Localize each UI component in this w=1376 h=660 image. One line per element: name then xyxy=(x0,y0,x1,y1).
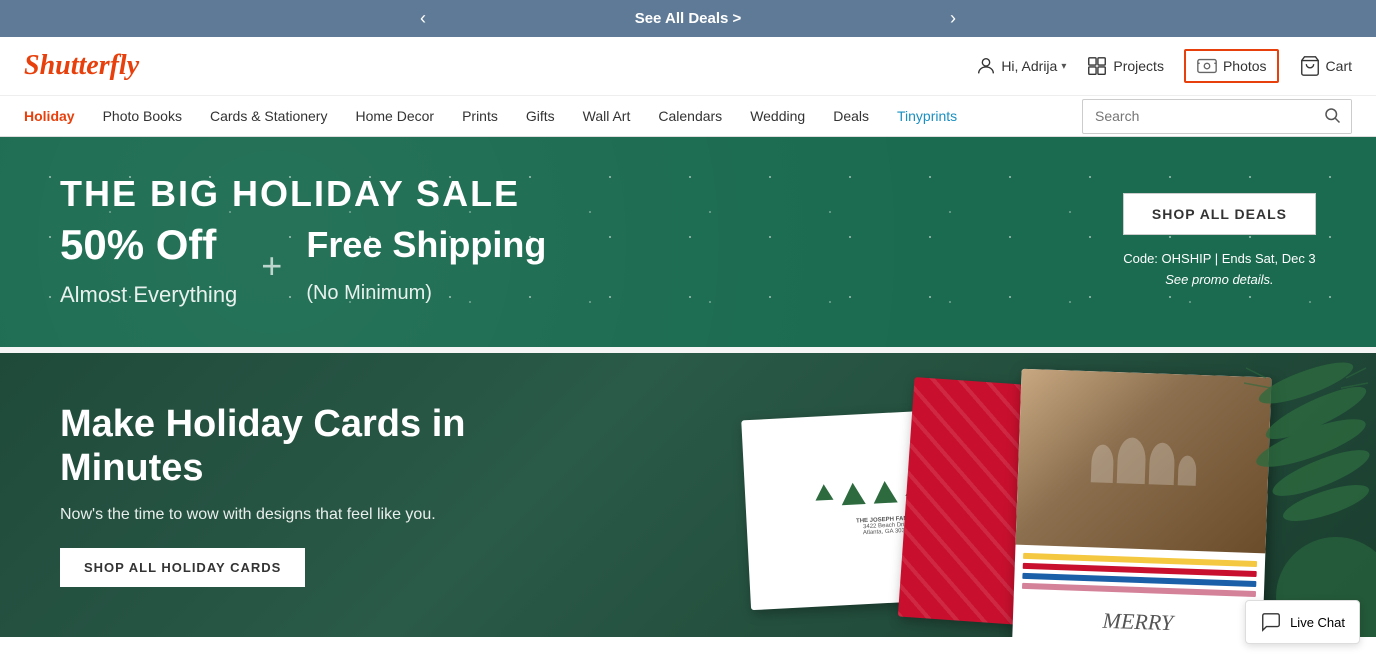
tree-icon-1 xyxy=(815,484,834,501)
hero-percent: 50% Off xyxy=(60,221,216,268)
person-2 xyxy=(1116,437,1146,484)
next-arrow[interactable]: › xyxy=(950,8,956,29)
holiday-content: Make Holiday Cards in Minutes Now's the … xyxy=(0,353,550,637)
holiday-description: Now's the time to wow with designs that … xyxy=(60,506,490,524)
hero-offer: 50% Off Almost Everything + Free Shippin… xyxy=(60,221,546,311)
hero-banner: THE BIG HOLIDAY SALE 50% Off Almost Ever… xyxy=(0,137,1376,347)
account-icon xyxy=(975,55,997,77)
person-1 xyxy=(1090,444,1113,483)
hero-cta: SHOP ALL DEALS Code: OHSHIP | Ends Sat, … xyxy=(1123,193,1316,291)
nav-cards-stationery[interactable]: Cards & Stationery xyxy=(210,96,328,136)
card-stripes xyxy=(1014,545,1266,606)
promo-details[interactable]: See promo details. xyxy=(1123,270,1316,291)
cards-visual: THE JOSEPH FAMILY 3422 Beach Drive Atlan… xyxy=(676,353,1376,637)
hero-shipping: Free Shipping (No Minimum) xyxy=(306,224,546,308)
search-button[interactable] xyxy=(1313,100,1351,133)
hero-no-min: (No Minimum) xyxy=(306,282,432,304)
nav-bar: Holiday Photo Books Cards & Stationery H… xyxy=(0,96,1376,137)
hero-discount: 50% Off Almost Everything xyxy=(60,221,237,311)
account-caret: ▾ xyxy=(1061,61,1066,72)
deals-bar: ‹ See All Deals > › xyxy=(0,0,1376,37)
photos-link[interactable]: Photos xyxy=(1184,49,1279,83)
tree-icon-3 xyxy=(873,480,898,503)
hero-plus: + xyxy=(261,245,282,287)
nav-calendars[interactable]: Calendars xyxy=(658,96,722,136)
logo[interactable]: Shutterfly xyxy=(24,50,139,82)
cart-label: Cart xyxy=(1326,58,1352,74)
projects-icon xyxy=(1086,55,1108,77)
card-stack: THE JOSEPH FAMILY 3422 Beach Drive Atlan… xyxy=(726,373,1306,637)
chat-icon xyxy=(1260,611,1282,633)
family-silhouette xyxy=(1090,436,1197,486)
holiday-title: Make Holiday Cards in Minutes xyxy=(60,403,490,490)
card-photo-image xyxy=(1016,369,1272,554)
projects-link[interactable]: Projects xyxy=(1086,55,1164,77)
nav-deals[interactable]: Deals xyxy=(833,96,869,136)
promo-text: Code: OHSHIP | Ends Sat, Dec 3 See promo… xyxy=(1123,249,1316,291)
nav-wedding[interactable]: Wedding xyxy=(750,96,805,136)
nav-gifts[interactable]: Gifts xyxy=(526,96,555,136)
search-icon xyxy=(1323,106,1341,124)
nav-wall-art[interactable]: Wall Art xyxy=(583,96,631,136)
account-label: Hi, Adrija xyxy=(1001,58,1057,74)
nav-photo-books[interactable]: Photo Books xyxy=(103,96,182,136)
cart-link[interactable]: Cart xyxy=(1299,55,1352,77)
photos-icon xyxy=(1196,55,1218,77)
search-input[interactable] xyxy=(1083,102,1313,130)
header-right: Hi, Adrija ▾ Projects Photos xyxy=(975,49,1352,83)
person-4 xyxy=(1177,455,1196,486)
shop-deals-button[interactable]: SHOP ALL DEALS xyxy=(1123,193,1316,235)
nav-tinyprints[interactable]: Tinyprints xyxy=(897,96,957,136)
nav-holiday[interactable]: Holiday xyxy=(24,96,75,136)
account-menu[interactable]: Hi, Adrija ▾ xyxy=(975,55,1066,77)
hero-title: THE BIG HOLIDAY SALE xyxy=(60,173,546,215)
live-chat-label: Live Chat xyxy=(1290,615,1345,630)
header: Shutterfly Hi, Adrija ▾ Projects xyxy=(0,37,1376,96)
photos-label: Photos xyxy=(1223,58,1267,74)
prev-arrow[interactable]: ‹ xyxy=(420,8,426,29)
person-3 xyxy=(1148,442,1174,485)
nav-prints[interactable]: Prints xyxy=(462,96,498,136)
hero-free-shipping: Free Shipping xyxy=(306,224,546,265)
live-chat-widget[interactable]: Live Chat xyxy=(1245,600,1360,644)
projects-label: Projects xyxy=(1113,58,1164,74)
promo-code: Code: OHSHIP | Ends Sat, Dec 3 xyxy=(1123,251,1315,266)
pine-branch-decoration xyxy=(1236,353,1376,553)
cart-icon xyxy=(1299,55,1321,77)
shop-holiday-button[interactable]: SHOP ALL HOLIDAY CARDS xyxy=(60,548,305,587)
card-photo: MERRY xyxy=(1010,369,1271,638)
holiday-cards-section: Make Holiday Cards in Minutes Now's the … xyxy=(0,353,1376,637)
deals-bar-text[interactable]: See All Deals > xyxy=(635,10,742,27)
hero-almost: Almost Everything xyxy=(60,282,237,307)
hero-text: THE BIG HOLIDAY SALE 50% Off Almost Ever… xyxy=(60,173,546,311)
tree-icon-2 xyxy=(841,482,866,505)
nav-home-decor[interactable]: Home Decor xyxy=(355,96,434,136)
search-bar xyxy=(1082,99,1352,134)
